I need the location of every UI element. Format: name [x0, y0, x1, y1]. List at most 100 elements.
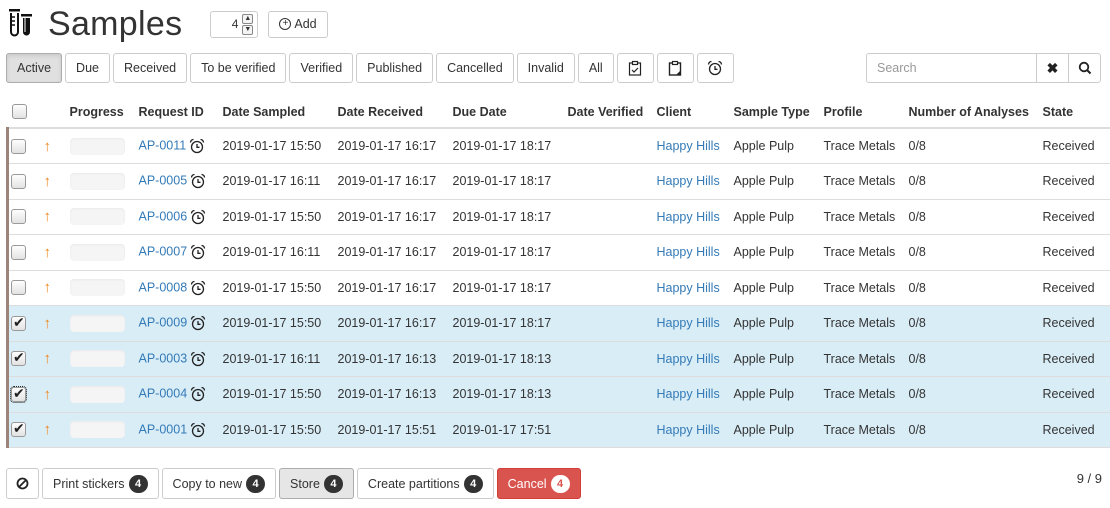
print-stickers-button[interactable]: Print stickers 4: [42, 468, 159, 499]
deselect-all-button[interactable]: [6, 468, 39, 499]
state-cell: Received: [1042, 234, 1110, 271]
table-row[interactable]: ↑ AP-0009 2019-01-17 15:502019-01-17 16:17…: [6, 305, 1110, 342]
date-verified-cell: [567, 412, 657, 448]
priority-arrow-up-icon: ↑: [43, 243, 52, 261]
due-date-cell: 2019-01-17 18:17: [452, 305, 568, 342]
request-id-link[interactable]: AP-0001: [139, 422, 188, 436]
client-link[interactable]: Happy Hills: [657, 139, 720, 153]
filter-due[interactable]: Due: [65, 53, 110, 83]
table-row[interactable]: ↑ AP-0008 2019-01-17 15:50 2019-01-17 16:17…: [6, 270, 1110, 306]
row-checkbox[interactable]: [11, 420, 26, 438]
column-header-date-verified[interactable]: Date Verified: [567, 96, 657, 129]
request-id-link[interactable]: AP-0004: [139, 387, 188, 401]
client-link[interactable]: Happy Hills: [657, 281, 720, 295]
filter-invalid[interactable]: Invalid: [516, 53, 575, 83]
profile-cell: Trace Metals: [823, 234, 909, 271]
request-id-link[interactable]: AP-0003: [139, 351, 188, 365]
sample-type-cell: Apple Pulp: [733, 234, 824, 271]
date-sampled-cell: 2019-01-17 15:50: [222, 376, 338, 413]
client-link[interactable]: Happy Hills: [657, 174, 720, 188]
table-row[interactable]: ↑ AP-0006 2019-01-17 15:50 2019-01-17 16:17…: [6, 199, 1110, 235]
store-label: Store: [290, 476, 320, 491]
table-row[interactable]: ↑ AP-0011 2019-01-17 15:50 2019-01-17 16:17…: [6, 128, 1110, 164]
alarm-clock-icon: [190, 173, 206, 189]
row-checkbox[interactable]: [11, 314, 26, 331]
request-id-link[interactable]: AP-0009: [139, 316, 188, 330]
spinner-down-button[interactable]: ▼: [242, 24, 254, 35]
column-header-progress[interactable]: Progress: [69, 96, 139, 129]
ar-count-value[interactable]: 4: [219, 17, 242, 31]
alarm-clock-icon: [708, 60, 723, 76]
cancel-button[interactable]: Cancel 4: [496, 468, 581, 499]
due-date-cell: 2019-01-17 17:51: [452, 412, 568, 448]
client-link[interactable]: Happy Hills: [657, 210, 720, 224]
column-header-date-sampled[interactable]: Date Sampled: [222, 96, 338, 129]
request-id-link[interactable]: AP-0005: [139, 174, 188, 188]
row-checkbox[interactable]: [11, 244, 26, 260]
table-row[interactable]: ↑ AP-0003 2019-01-17 16:112019-01-17 16:13…: [6, 341, 1110, 377]
column-header-number-of-analyses[interactable]: Number of Analyses: [908, 96, 1043, 129]
table-row[interactable]: ↑ AP-0001 2019-01-17 15:502019-01-17 15:51…: [6, 412, 1110, 448]
ar-count-spinner[interactable]: 4 ▲ ▼: [210, 10, 259, 38]
column-header-sample-type[interactable]: Sample Type: [733, 96, 824, 129]
select-all-checkbox[interactable]: [11, 104, 27, 120]
spinner-up-button[interactable]: ▲: [242, 13, 254, 24]
alarm-clock-icon: [190, 351, 206, 367]
add-button[interactable]: + Add: [268, 10, 328, 38]
clear-search-button[interactable]: ✖: [1036, 53, 1069, 83]
client-link[interactable]: Happy Hills: [657, 423, 720, 437]
table-row[interactable]: ↑ AP-0007 2019-01-17 16:11 2019-01-17 16:17…: [6, 234, 1110, 271]
profile-cell: Trace Metals: [823, 341, 909, 377]
progress-bar: [69, 314, 125, 332]
column-header-date-received[interactable]: Date Received: [337, 96, 453, 129]
filter-assigned-button[interactable]: [616, 53, 654, 83]
row-checkbox[interactable]: [11, 280, 26, 296]
client-link[interactable]: Happy Hills: [657, 245, 720, 259]
table-row[interactable]: ↑ AP-0005 2019-01-17 16:11 2019-01-17 16:17…: [6, 163, 1110, 200]
filter-all[interactable]: All: [577, 53, 614, 83]
number-of-analyses-cell: 0/8: [908, 341, 1043, 377]
create-partitions-button[interactable]: Create partitions 4: [356, 468, 494, 499]
state-cell: Received: [1042, 412, 1110, 448]
filter-published[interactable]: Published: [356, 53, 434, 83]
row-checkbox[interactable]: [11, 173, 26, 189]
copy-to-new-button[interactable]: Copy to new 4: [161, 468, 277, 499]
due-date-cell: 2019-01-17 18:13: [452, 341, 568, 377]
store-button[interactable]: Store 4: [279, 468, 354, 499]
state-cell: Received: [1042, 199, 1110, 235]
filter-verified[interactable]: Verified: [289, 53, 354, 83]
filter-received[interactable]: Received: [112, 53, 188, 83]
row-checkbox[interactable]: [10, 385, 27, 403]
filter-unassigned-button[interactable]: [656, 53, 694, 83]
filter-active[interactable]: Active: [6, 53, 63, 83]
filter-late-button[interactable]: [696, 53, 734, 83]
state-cell: Received: [1042, 341, 1110, 377]
row-checkbox[interactable]: [11, 349, 26, 367]
request-id-link[interactable]: AP-0008: [139, 280, 188, 294]
request-id-link[interactable]: AP-0006: [139, 209, 188, 223]
priority-column-header[interactable]: [43, 96, 70, 129]
client-link[interactable]: Happy Hills: [657, 316, 720, 330]
request-id-link[interactable]: AP-0007: [139, 245, 188, 259]
row-checkbox[interactable]: [11, 209, 26, 225]
table-row[interactable]: ↑ AP-0004 2019-01-17 15:502019-01-17 16:13…: [6, 376, 1110, 413]
column-header-state[interactable]: State: [1042, 96, 1110, 129]
row-checkbox[interactable]: [11, 138, 26, 154]
client-link[interactable]: Happy Hills: [657, 352, 720, 366]
column-header-due-date[interactable]: Due Date: [452, 96, 568, 129]
client-link[interactable]: Happy Hills: [657, 387, 720, 401]
date-verified-cell: [567, 234, 657, 271]
column-header-client[interactable]: Client: [656, 96, 734, 129]
search-button[interactable]: [1068, 53, 1101, 83]
request-id-link[interactable]: AP-0011: [139, 138, 187, 152]
filter-to-be-verified[interactable]: To be verified: [190, 53, 287, 83]
profile-cell: Trace Metals: [823, 163, 909, 200]
filter-cancelled[interactable]: Cancelled: [436, 53, 514, 83]
column-header-request-id[interactable]: Request ID: [138, 96, 223, 129]
number-of-analyses-cell: 0/8: [908, 270, 1043, 306]
number-of-analyses-cell: 0/8: [908, 412, 1043, 448]
sample-type-cell: Apple Pulp: [733, 199, 824, 235]
search-input[interactable]: [866, 53, 1037, 83]
column-header-profile[interactable]: Profile: [823, 96, 909, 129]
progress-bar: [69, 137, 125, 155]
